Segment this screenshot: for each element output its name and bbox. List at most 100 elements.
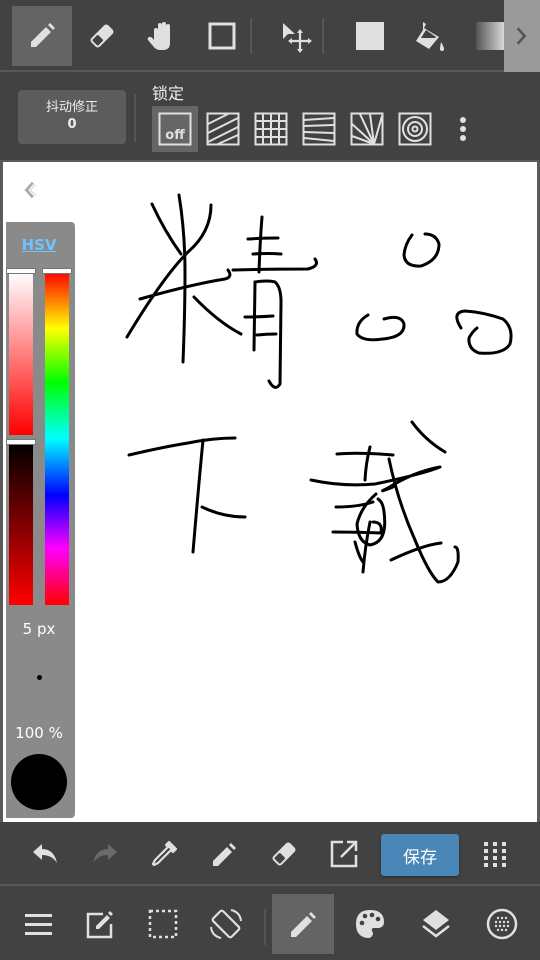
dotted-circle-icon (486, 908, 518, 940)
lock-radial-button[interactable] (344, 106, 390, 152)
color-palette-button[interactable] (339, 894, 401, 954)
bucket-tool-button[interactable] (400, 6, 460, 66)
stroke (246, 236, 280, 241)
menu-button[interactable] (7, 894, 69, 954)
value-handle[interactable] (6, 439, 36, 445)
bottom-nav (0, 888, 540, 960)
saturation-handle[interactable] (6, 268, 36, 274)
stroke (177, 193, 187, 364)
lock-perspective-button[interactable] (296, 106, 342, 152)
stroke (355, 313, 406, 342)
toolbar-more-button[interactable] (504, 0, 540, 72)
eraser-button[interactable] (264, 834, 304, 874)
lock-grid-button[interactable] (248, 106, 294, 152)
pencil-icon (291, 912, 316, 937)
stroke (309, 465, 442, 493)
concentric-circles-icon (398, 112, 432, 146)
pen-button[interactable] (204, 834, 244, 874)
stroke (150, 202, 183, 256)
layers-button[interactable] (405, 894, 467, 954)
stroke (127, 436, 237, 457)
move-tool-button[interactable] (266, 6, 326, 66)
external-link-icon (330, 840, 358, 868)
stroke (410, 420, 447, 454)
move-cursor-icon (283, 23, 312, 53)
pen-tool-button[interactable] (12, 6, 72, 66)
layers-icon (422, 910, 450, 938)
eraser-tool-button[interactable] (72, 6, 132, 66)
lock-off-label: off (165, 128, 185, 143)
save-button[interactable]: 保存 (381, 834, 459, 876)
stabilizer-label: 抖动修正 (45, 100, 98, 115)
shape-tool-button[interactable] (192, 6, 252, 66)
lock-parallel-button[interactable] (200, 106, 246, 152)
square-outline-icon (208, 22, 236, 50)
redo-button[interactable] (85, 834, 125, 874)
rotate-canvas-button[interactable] (195, 894, 257, 954)
opacity-label[interactable]: 100 % (6, 724, 72, 742)
drawing-canvas[interactable]: HSV 5 px 100 % (3, 162, 537, 822)
radial-lines-icon (350, 112, 384, 146)
grid-icon (254, 112, 288, 146)
pencil-icon (31, 23, 55, 47)
top-toolbar (0, 0, 540, 72)
edit-square-icon (86, 911, 113, 939)
lock-off-button[interactable]: off (152, 106, 198, 152)
hsv-mode-link[interactable]: HSV (6, 236, 72, 254)
drawing-strokes (125, 193, 513, 584)
brush-button[interactable] (272, 894, 334, 954)
canvas-area: HSV 5 px 100 % (0, 160, 540, 822)
stroke (192, 295, 243, 336)
more-apps-button[interactable] (475, 834, 515, 874)
stroke (455, 309, 513, 355)
chevron-right-icon (516, 27, 527, 45)
stroke (191, 438, 205, 554)
materials-button[interactable] (471, 894, 533, 954)
stroke (200, 505, 247, 519)
apps-grid-icon (484, 842, 506, 867)
undo-icon (33, 844, 57, 863)
sub-toolbar: 抖动修正 0 锁定 off (0, 74, 540, 160)
pencil-icon (213, 843, 236, 866)
eyedropper-button[interactable] (144, 834, 184, 874)
current-color-swatch[interactable] (11, 754, 67, 810)
stabilizer-button[interactable]: 抖动修正 0 (18, 90, 126, 144)
brush-size-label[interactable]: 5 px (6, 620, 72, 638)
gradient-tool-button[interactable] (476, 22, 504, 50)
screen-rotation-icon (210, 909, 242, 939)
parallel-lines-icon (206, 112, 240, 146)
eyedropper-icon (151, 840, 178, 867)
perspective-lines-icon (302, 112, 336, 146)
edit-button[interactable] (69, 894, 131, 954)
stroke (251, 252, 283, 256)
saturation-slider[interactable] (9, 272, 33, 435)
hue-handle[interactable] (42, 268, 72, 274)
filled-square-icon (356, 22, 384, 50)
lock-more-button[interactable] (441, 106, 485, 152)
stroke (255, 332, 278, 337)
fill-color-tool-button[interactable] (340, 6, 400, 66)
action-bar: 保存 (0, 822, 540, 886)
hue-slider[interactable] (45, 272, 69, 605)
export-button[interactable] (324, 834, 364, 874)
lock-concentric-button[interactable] (392, 106, 438, 152)
stroke (243, 314, 275, 319)
hand-icon (147, 22, 170, 50)
collapse-panel-button[interactable] (17, 176, 45, 204)
snap-off-icon: off (158, 112, 192, 146)
hand-tool-button[interactable] (132, 6, 192, 66)
app: 抖动修正 0 锁定 off HSV 5 px 100 % 保存 (0, 0, 540, 960)
stroke (402, 232, 441, 268)
undo-button[interactable] (25, 834, 65, 874)
paint-bucket-icon (416, 22, 444, 51)
stroke (257, 215, 264, 274)
eraser-icon (272, 842, 296, 866)
lock-label: 锁定 (152, 84, 185, 103)
value-slider[interactable] (9, 444, 33, 605)
selection-button[interactable] (132, 894, 194, 954)
redo-icon (93, 844, 117, 863)
palette-icon (356, 910, 384, 938)
divider (250, 18, 252, 54)
dotted-selection-icon (148, 909, 178, 939)
divider (264, 909, 266, 945)
